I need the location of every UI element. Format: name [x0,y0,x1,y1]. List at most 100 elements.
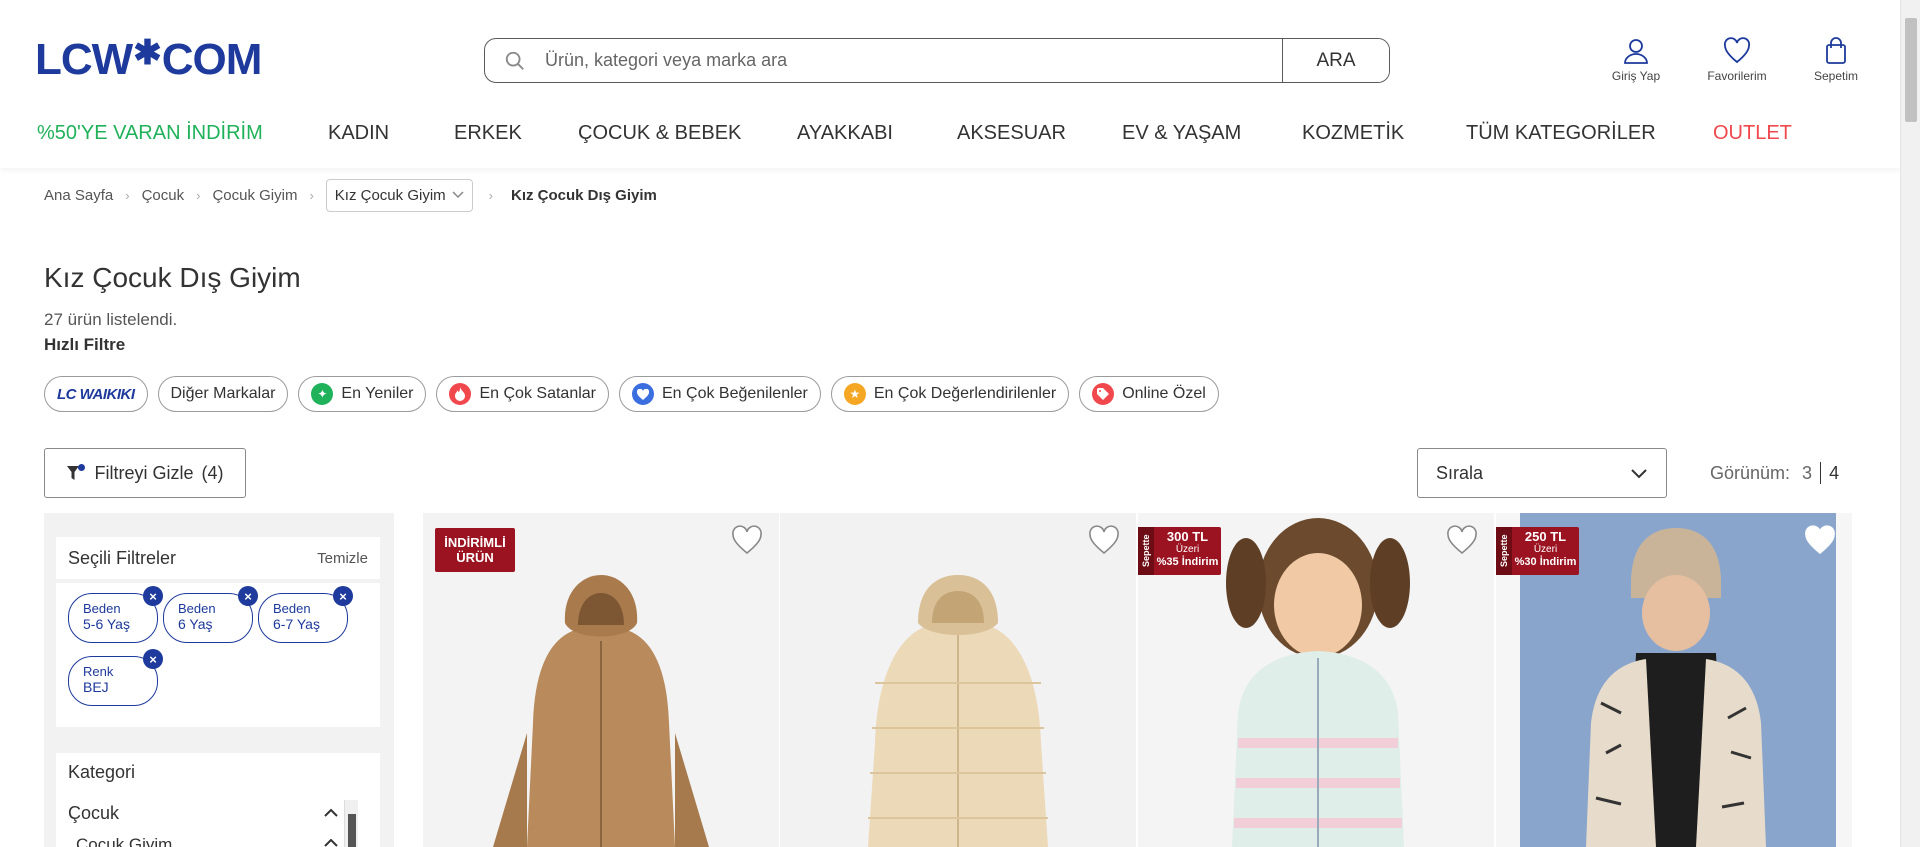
nav-item-sale[interactable]: %50'YE VARAN İNDİRİM [37,115,263,151]
filter-tag-size[interactable]: Beden 6-7 Yaş × [258,586,353,643]
nav-item-outlet[interactable]: OUTLET [1713,115,1792,151]
breadcrumb-home[interactable]: Ana Sayfa [44,187,113,204]
category-label: Çocuk Giyim [76,835,173,847]
chip-label: Online Özel [1122,385,1206,402]
discount-badge: İNDİRİMLİ ÜRÜN [435,528,515,572]
filter-tag-size[interactable]: Beden 6 Yaş × [163,586,258,643]
favorite-heart-icon[interactable] [1446,525,1478,555]
category-scrollbar[interactable] [344,800,358,847]
heart-icon [632,383,654,405]
chevron-up-icon[interactable] [323,839,339,847]
chip-other-brands[interactable]: Diğer Markalar [157,376,289,412]
favorites-label: Favorilerim [1707,69,1767,83]
product-card[interactable]: İNDİRİMLİ ÜRÜN [423,513,779,847]
breadcrumb-kids[interactable]: Çocuk [142,187,185,204]
filter-icon [67,464,86,480]
category-label: Çocuk [68,803,120,823]
selected-filters-header: Seçili Filtreler Temizle [56,537,380,579]
chip-label: En Çok Değerlendirilenler [873,385,1057,402]
nav-item-men[interactable]: ERKEK [454,115,522,151]
favorites-button[interactable]: Favorilerim [1692,36,1782,83]
nav-item-home-living[interactable]: EV & YAŞAM [1122,115,1241,151]
filter-tag-value: 5-6 Yaş [83,616,130,632]
chip-label: En Yeniler [341,385,414,402]
sort-label: Sırala [1436,462,1484,483]
chevron-right-icon: › [125,187,130,203]
login-button[interactable]: Giriş Yap [1591,36,1681,83]
chevron-up-icon[interactable] [323,808,339,818]
selected-filters-title: Seçili Filtreler [68,547,177,568]
filter-toggle-label: Filtreyi Gizle [94,462,194,483]
result-count: 27 ürün listelendi. [44,310,178,329]
chip-label: En Çok Beğenilenler [662,385,808,402]
heart-icon [1724,37,1750,64]
basket-discount-badge: Sepette 300 TL Üzeri %35 İndirim [1138,527,1221,575]
remove-filter-icon[interactable]: × [143,586,163,606]
breadcrumb-current: Kız Çocuk Dış Giyim [511,186,657,204]
product-card[interactable]: Sepette 250 TL Üzeri %30 İndirim [1496,513,1852,847]
chevron-right-icon: › [488,187,493,203]
basket-badge-amount: 300 TL [1166,529,1209,544]
remove-filter-icon[interactable]: × [238,586,258,606]
nav-item-all-categories[interactable]: TÜM KATEGORİLER [1466,115,1656,151]
search-button[interactable]: ARA [1282,39,1389,82]
remove-filter-icon[interactable]: × [333,586,353,606]
site-logo[interactable]: LCW✱COM [35,34,262,87]
shopping-bag-icon [1826,37,1846,64]
cart-button[interactable]: Sepetim [1791,36,1881,83]
basket-badge-discount: %35 İndirim [1156,556,1219,568]
view-option-3[interactable]: 3 [1802,463,1812,484]
filter-sidebar: Seçili Filtreler Temizle Beden 5-6 Yaş ×… [44,513,394,847]
nav-item-kids-baby[interactable]: ÇOCUK & BEBEK [578,115,741,151]
site-header: LCW✱COM ARA Giriş Yap Favorilerim Sepeti… [0,0,1900,168]
product-card[interactable]: Sepette 300 TL Üzeri %35 İndirim [1138,513,1494,847]
product-image-beige-puffer-coat[interactable] [780,513,1136,847]
new-icon: ✦ [311,383,334,405]
user-icon [1624,39,1648,64]
search-input[interactable] [545,39,1282,82]
chip-lcw[interactable]: LC WAIKIKI [44,376,148,412]
breadcrumb-dropdown-label: Kız Çocuk Giyim [334,186,446,204]
chip-most-reviewed[interactable]: ★ En Çok Değerlendirilenler [830,376,1070,412]
nav-item-shoes[interactable]: AYAKKABI [797,115,893,151]
cart-label: Sepetim [1813,69,1859,83]
view-label: Görünüm: [1710,462,1791,483]
scrollbar-thumb[interactable] [1905,18,1917,122]
page-scrollbar[interactable] [1900,0,1920,847]
category-item-kids[interactable]: Çocuk [68,803,119,824]
chip-label: En Çok Satanlar [479,385,596,402]
filter-toggle-button[interactable]: Filtreyi Gizle (4) [44,448,246,498]
chevron-right-icon: › [309,187,314,203]
sort-dropdown[interactable]: Sırala [1417,448,1667,498]
basket-badge-over: Üzeri [1175,544,1200,555]
search-icon [485,39,545,82]
chevron-down-icon [452,191,464,199]
filter-tag-size[interactable]: Beden 5-6 Yaş × [68,586,163,643]
nav-item-women[interactable]: KADIN [328,115,389,151]
chip-newest[interactable]: ✦ En Yeniler [298,376,427,412]
fire-icon [449,383,472,405]
chip-online-exclusive[interactable]: Online Özel [1079,376,1219,412]
nav-item-accessories[interactable]: AKSESUAR [957,115,1066,151]
star-icon: ★ [843,383,866,405]
view-option-4[interactable]: 4 [1829,463,1839,484]
chip-best-sellers[interactable]: En Çok Satanlar [436,376,609,412]
chip-most-liked[interactable]: En Çok Beğenilenler [619,376,821,412]
product-card[interactable] [780,513,1136,847]
breadcrumb-dropdown[interactable]: Kız Çocuk Giyim [325,178,473,212]
quick-filter-chips: LC WAIKIKI Diğer Markalar ✦ En Yeniler E… [44,376,1219,412]
favorite-heart-icon[interactable] [1088,525,1120,555]
category-item-kids-clothing[interactable]: Çocuk Giyim [76,835,172,847]
clear-filters-link[interactable]: Temizle [317,550,368,567]
chevron-right-icon: › [196,187,201,203]
nav-item-cosmetics[interactable]: KOZMETİK [1302,115,1404,151]
favorite-heart-icon[interactable] [731,525,763,555]
favorite-heart-icon[interactable] [1804,525,1836,555]
page-title: Kız Çocuk Dış Giyim [44,262,301,293]
basket-badge-over: Üzeri [1533,544,1558,555]
remove-filter-icon[interactable]: × [143,649,163,669]
breadcrumb-kids-clothing[interactable]: Çocuk Giyim [212,187,297,204]
filter-tag-color[interactable]: Renk BEJ × [68,649,163,706]
lcw-brand-logo: LC WAIKIKI [57,385,135,403]
quick-filter-label: Hızlı Filtre [44,335,126,354]
